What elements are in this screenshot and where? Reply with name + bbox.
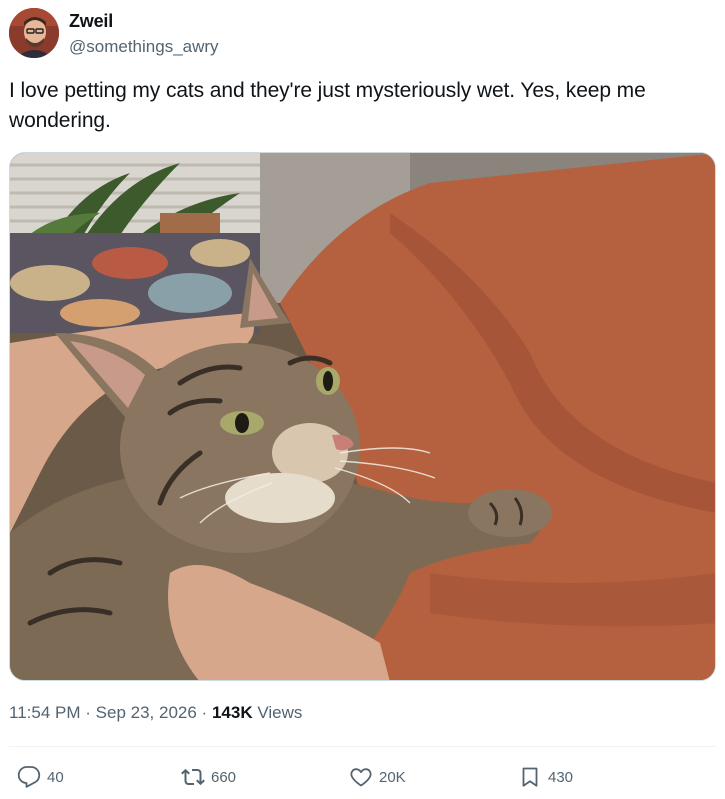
like-count: 20K	[379, 768, 406, 786]
heart-icon	[350, 768, 372, 787]
retweet-button[interactable]: 660	[181, 764, 236, 790]
views-label: Views	[257, 703, 303, 722]
avatar[interactable]	[9, 8, 59, 58]
tweet-date[interactable]: Sep 23, 2026	[96, 703, 197, 722]
tweet-text: I love petting my cats and they're just …	[9, 79, 646, 132]
tweet-meta: 11:54 PM · Sep 23, 2026 · 143K Views	[9, 703, 302, 723]
reply-count: 40	[47, 768, 64, 786]
retweet-arrows-icon	[181, 768, 205, 786]
meta-separator: ·	[201, 703, 208, 722]
tweet-photo[interactable]	[9, 152, 716, 681]
reply-button[interactable]: 40	[17, 764, 64, 790]
author-handle[interactable]: @somethings_awry	[69, 37, 219, 57]
cat-photo	[10, 153, 715, 680]
tweet: Zweil @somethings_awry I love petting my…	[0, 0, 725, 799]
views-count: 143K	[211, 703, 253, 722]
divider	[9, 746, 716, 747]
speech-bubble-icon	[17, 766, 41, 788]
retweet-count: 660	[211, 768, 237, 786]
bookmark-button[interactable]: 430	[518, 764, 573, 790]
like-button[interactable]: 20K	[349, 764, 406, 790]
meta-separator: ·	[85, 703, 91, 722]
bookmark-count: 430	[548, 768, 574, 786]
author-display-name[interactable]: Zweil	[69, 11, 113, 32]
bookmark-icon	[522, 767, 538, 787]
avatar-image	[9, 8, 59, 58]
tweet-time[interactable]: 11:54 PM	[9, 703, 81, 722]
